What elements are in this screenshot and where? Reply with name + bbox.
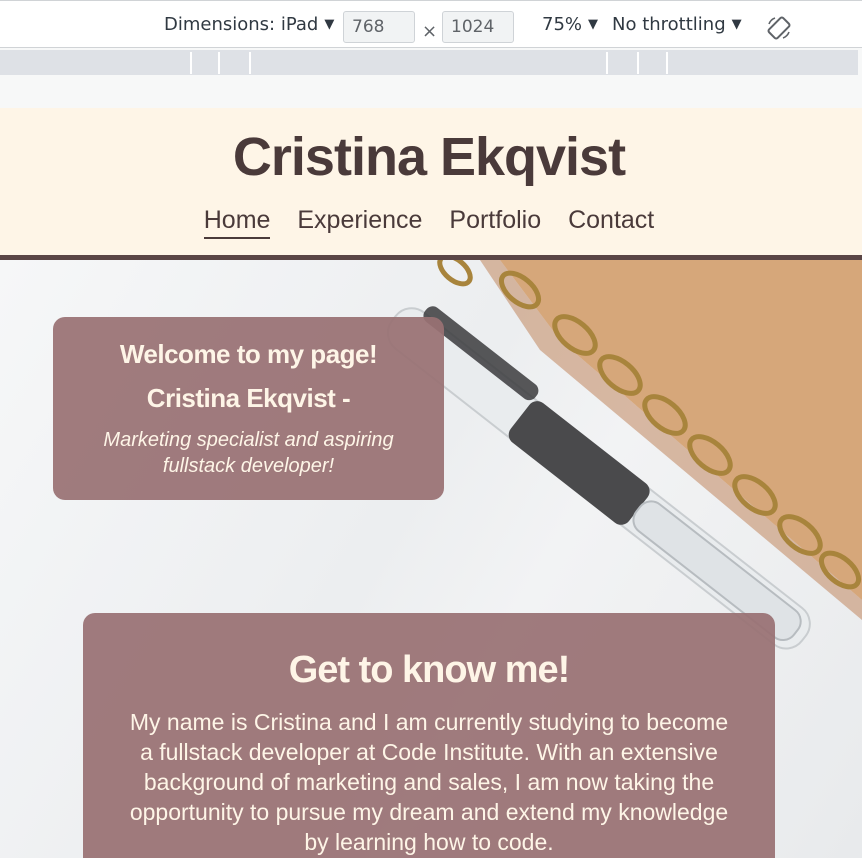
about-title: Get to know me!	[288, 649, 571, 691]
site-title[interactable]: Cristina Ekqvist	[0, 126, 858, 188]
zoom-label: 75%	[542, 14, 583, 35]
width-input[interactable]: 768	[343, 11, 415, 43]
throttling-dropdown[interactable]: No throttling ▼	[612, 1, 742, 49]
welcome-heading: Welcome to my page!	[119, 339, 378, 369]
site-header: Cristina Ekqvist Home Experience Portfol…	[0, 108, 862, 260]
media-query-ruler[interactable]	[0, 50, 858, 75]
height-input[interactable]: 1024	[442, 11, 514, 43]
nav-home[interactable]: Home	[203, 206, 271, 239]
caret-down-icon: ▼	[588, 17, 599, 32]
welcome-tagline: Marketing specialist and aspiring fullst…	[103, 429, 394, 477]
zoom-dropdown[interactable]: 75% ▼	[542, 1, 598, 49]
ruler-tick	[606, 52, 608, 74]
ruler-tick	[190, 52, 192, 74]
nav-portfolio[interactable]: Portfolio	[449, 206, 541, 237]
throttling-label: No throttling	[612, 14, 726, 35]
page-viewport: Cristina Ekqvist Home Experience Portfol…	[0, 108, 862, 858]
about-card: Get to know me! My name is Cristina and …	[83, 613, 775, 858]
nav-contact[interactable]: Contact	[568, 206, 654, 237]
about-text: My name is Cristina and I am currently s…	[129, 709, 729, 855]
welcome-name: Cristina Ekqvist -	[146, 383, 351, 413]
main-nav: Home Experience Portfolio Contact	[0, 206, 858, 239]
device-dimensions-dropdown[interactable]: Dimensions: iPad ▼	[164, 1, 334, 49]
hero-section: Welcome to my page! Cristina Ekqvist - M…	[0, 260, 862, 858]
caret-down-icon: ▼	[731, 17, 742, 32]
welcome-card: Welcome to my page! Cristina Ekqvist - M…	[53, 317, 444, 500]
ruler-tick	[249, 52, 251, 74]
nav-experience[interactable]: Experience	[297, 206, 422, 237]
rotate-icon[interactable]	[766, 15, 792, 41]
ruler-tick	[637, 52, 639, 74]
ruler-tick	[666, 52, 668, 74]
device-toolbar: Dimensions: iPad ▼ 768 × 1024 75% ▼ No thr…	[0, 0, 862, 48]
caret-down-icon: ▼	[324, 17, 335, 32]
ruler-tick	[218, 52, 220, 74]
dimensions-label: Dimensions: iPad	[164, 14, 319, 35]
